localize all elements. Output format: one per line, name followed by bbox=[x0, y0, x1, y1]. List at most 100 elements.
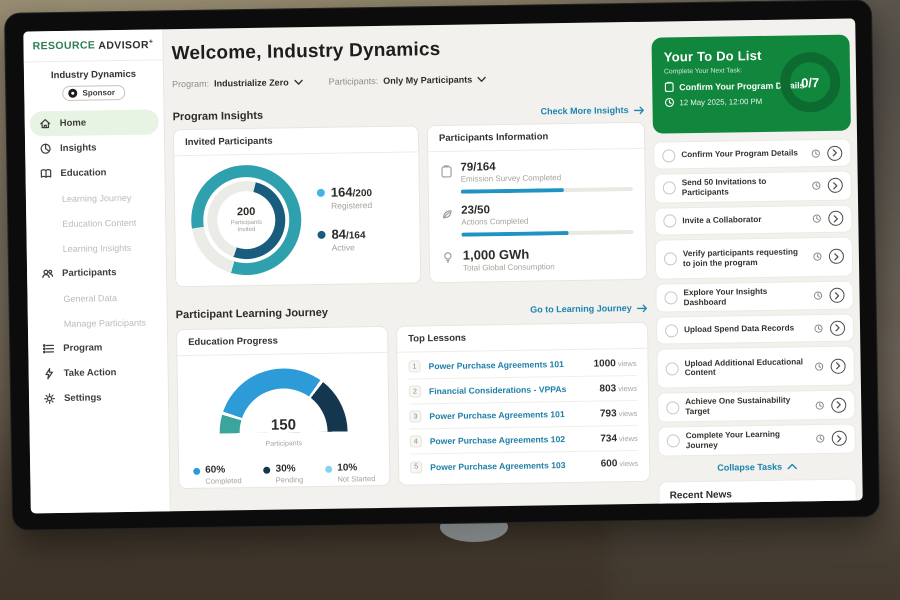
action-icon bbox=[43, 367, 56, 380]
clock-icon bbox=[814, 324, 824, 333]
organization-name: Industry Dynamics bbox=[24, 68, 163, 81]
donut-chart: 200 Participants Invited 164/200 bbox=[174, 152, 420, 284]
recent-news-title: Recent News bbox=[670, 487, 846, 501]
book-icon bbox=[39, 167, 52, 180]
task-checkbox[interactable] bbox=[663, 215, 676, 228]
clock-icon bbox=[811, 149, 821, 158]
task-open-button[interactable] bbox=[827, 145, 842, 160]
pending-dot bbox=[264, 467, 271, 474]
logo-advisor: ADVISOR+ bbox=[98, 38, 153, 51]
task-open-button[interactable] bbox=[831, 397, 846, 412]
lesson-link[interactable]: Power Purchase Agreements 102 bbox=[430, 434, 593, 447]
arrow-right-icon bbox=[634, 105, 645, 114]
task-open-button[interactable] bbox=[831, 359, 846, 374]
sidebar-item-learning-insights[interactable]: Learning Insights bbox=[27, 234, 166, 261]
sidebar-item-education[interactable]: Education bbox=[25, 159, 164, 186]
monitor-bezel: RESOURCE ADVISOR+ Industry Dynamics Spon… bbox=[4, 0, 880, 531]
task-open-button[interactable] bbox=[829, 249, 844, 264]
rank-badge: 5 bbox=[410, 461, 422, 473]
task-open-button[interactable] bbox=[828, 211, 843, 226]
collapse-tasks-link[interactable]: Collapse Tasks bbox=[658, 460, 856, 473]
donut-center-value: 200 bbox=[237, 205, 256, 217]
task-checkbox[interactable] bbox=[666, 362, 679, 375]
task-checkbox[interactable] bbox=[666, 401, 679, 414]
task-row[interactable]: Upload Additional Educational Content bbox=[656, 346, 855, 389]
sidebar-item-insights[interactable]: Insights bbox=[25, 134, 164, 161]
task-checkbox[interactable] bbox=[664, 291, 677, 304]
insights-icon bbox=[39, 142, 52, 155]
task-row[interactable]: Verify participants requesting to join t… bbox=[655, 236, 854, 279]
survey-icon bbox=[440, 162, 453, 194]
lesson-link[interactable]: Power Purchase Agreements 101 bbox=[429, 409, 592, 422]
task-row[interactable]: Complete Your Learning Journey bbox=[658, 424, 856, 457]
sidebar-item-manage-participants[interactable]: Manage Participants bbox=[28, 309, 167, 336]
card-title: Invited Participants bbox=[174, 126, 418, 156]
completed-dot bbox=[193, 468, 200, 475]
task-checkbox[interactable] bbox=[665, 324, 678, 337]
photo-background: RESOURCE ADVISOR+ Industry Dynamics Spon… bbox=[0, 0, 900, 600]
task-row[interactable]: Upload Spend Data Records bbox=[656, 314, 854, 345]
invited-participants-card: Invited Participants 200 Participants In… bbox=[173, 125, 421, 287]
gauge-chart: 150 Participants 60%Completed 30%Pen bbox=[177, 353, 389, 486]
task-checkbox[interactable] bbox=[663, 182, 676, 195]
task-checkbox[interactable] bbox=[667, 435, 680, 448]
task-row[interactable]: Explore Your Insights Dashboard bbox=[655, 280, 853, 313]
lesson-link[interactable]: Financial Considerations - VPPAs bbox=[429, 384, 592, 397]
sidebar-item-education-content[interactable]: Education Content bbox=[26, 209, 165, 236]
active-ring: 200 Participants Invited bbox=[207, 180, 286, 259]
task-open-button[interactable] bbox=[828, 178, 843, 193]
participants-filter-label: Participants: bbox=[329, 76, 379, 87]
task-list: Confirm Your Program Details Send 50 Inv… bbox=[653, 139, 856, 457]
clipboard-icon bbox=[664, 81, 674, 92]
sidebar-nav: Home Insights Education Learning Journey… bbox=[25, 109, 169, 411]
go-to-learning-journey-link[interactable]: Go to Learning Journey bbox=[530, 303, 648, 315]
task-row[interactable]: Achieve One Sustainability Target bbox=[657, 390, 855, 423]
chevron-up-icon bbox=[787, 463, 797, 469]
rank-badge: 3 bbox=[409, 410, 421, 422]
sponsor-badge[interactable]: Sponsor bbox=[62, 85, 125, 101]
lesson-link[interactable]: Power Purchase Agreements 103 bbox=[430, 459, 593, 472]
clock-icon bbox=[813, 252, 823, 261]
check-more-insights-link[interactable]: Check More Insights bbox=[540, 105, 644, 117]
gauge-legend: 60%Completed 30%Pending 10%Not Started bbox=[179, 462, 389, 486]
dashboard-screen: RESOURCE ADVISOR+ Industry Dynamics Spon… bbox=[23, 18, 862, 513]
lesson-row: 4 Power Purchase Agreements 102 734views bbox=[410, 426, 638, 455]
program-select[interactable]: Industrialize Zero bbox=[214, 77, 303, 88]
program-filter-label: Program: bbox=[172, 79, 209, 90]
task-row[interactable]: Confirm Your Program Details bbox=[653, 139, 851, 170]
task-row[interactable]: Invite a Collaborator bbox=[654, 204, 852, 235]
sidebar-item-learning-journey[interactable]: Learning Journey bbox=[26, 184, 165, 211]
donut-center-label: Participants Invited bbox=[224, 219, 268, 235]
sidebar-item-settings[interactable]: Settings bbox=[29, 384, 168, 411]
task-open-button[interactable] bbox=[832, 431, 847, 446]
lesson-link[interactable]: Power Purchase Agreements 101 bbox=[429, 359, 586, 371]
rank-badge: 4 bbox=[410, 435, 422, 447]
chevron-down-icon bbox=[477, 76, 486, 82]
sidebar-item-participants[interactable]: Participants bbox=[27, 259, 166, 286]
actions-completed-progressbar bbox=[461, 230, 633, 237]
task-open-button[interactable] bbox=[829, 288, 844, 303]
participants-select[interactable]: Only My Participants bbox=[383, 74, 486, 86]
program-insights-section-header: Program Insights Check More Insights bbox=[173, 104, 645, 123]
clock-icon bbox=[664, 97, 674, 107]
task-row[interactable]: Send 50 Invitations to Participants bbox=[654, 171, 852, 204]
task-checkbox[interactable] bbox=[662, 149, 675, 162]
sidebar-item-take-action[interactable]: Take Action bbox=[28, 359, 167, 386]
page-title: Welcome, Industry Dynamics bbox=[171, 39, 440, 65]
clock-icon bbox=[816, 434, 826, 443]
card-title: Education Progress bbox=[177, 327, 387, 356]
legend-active: 84/164 Active bbox=[317, 226, 373, 253]
sidebar-item-program[interactable]: Program bbox=[28, 334, 167, 361]
lesson-row: 3 Power Purchase Agreements 101 793views bbox=[409, 401, 637, 430]
rank-badge: 1 bbox=[408, 360, 420, 372]
education-progress-card: Education Progress 150 Participants bbox=[176, 326, 390, 489]
lesson-row: 2 Financial Considerations - VPPAs 803vi… bbox=[409, 376, 637, 405]
task-open-button[interactable] bbox=[830, 321, 845, 336]
list-icon bbox=[42, 342, 55, 355]
participants-information-card: Participants Information 79/164 Emission… bbox=[427, 122, 647, 283]
app-logo: RESOURCE ADVISOR+ bbox=[23, 29, 162, 61]
todo-panel: Your To Do List Complete Your Next Task:… bbox=[651, 35, 856, 504]
sidebar-item-general-data[interactable]: General Data bbox=[27, 284, 166, 311]
sidebar-item-home[interactable]: Home bbox=[30, 109, 159, 136]
task-checkbox[interactable] bbox=[664, 252, 677, 265]
